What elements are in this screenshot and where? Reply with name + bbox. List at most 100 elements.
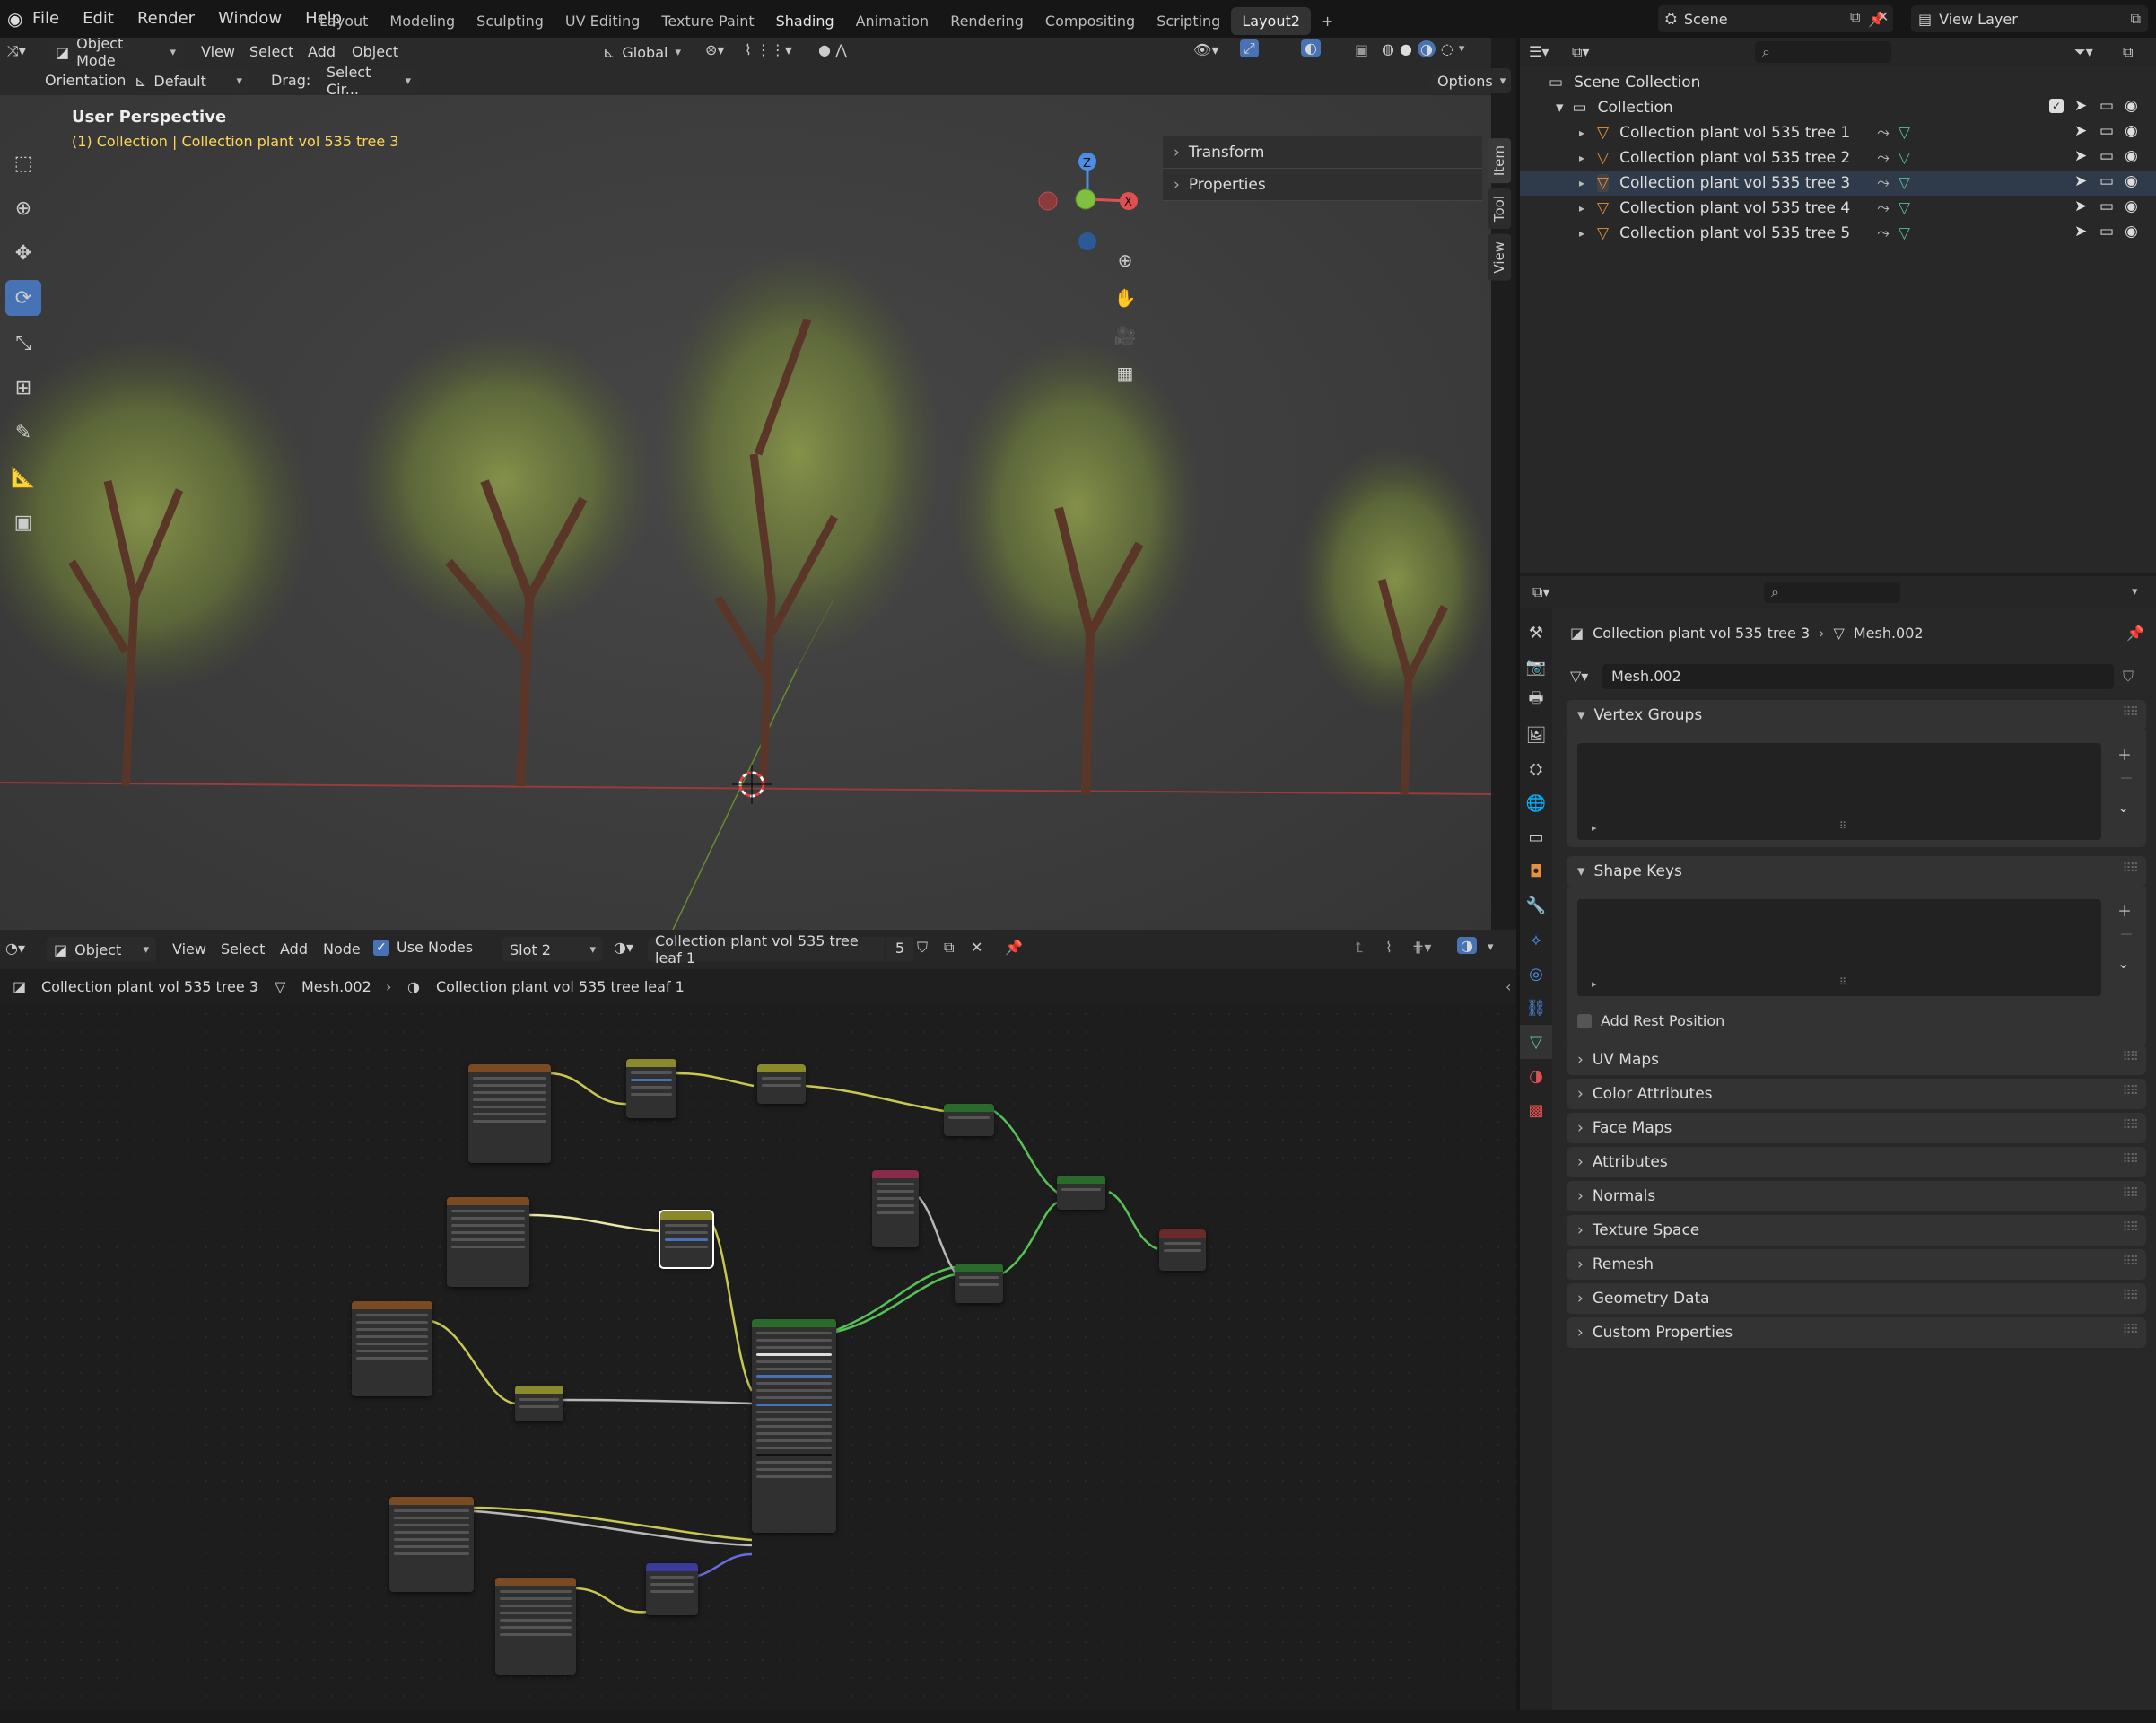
new-view-layer-icon[interactable]: ⧉ — [2131, 10, 2141, 28]
render-camera-icon[interactable]: ◉ — [2125, 97, 2138, 115]
render-camera-icon[interactable]: ◉ — [2125, 172, 2138, 190]
chevron-down-icon[interactable]: ▾ — [1488, 940, 1494, 954]
navigation-gizmo[interactable]: Z X — [1038, 153, 1138, 250]
measure-tool-icon[interactable]: 📐 — [5, 459, 41, 495]
image-texture-node-4[interactable] — [389, 1497, 474, 1592]
chevron-down-icon[interactable]: ⌄ — [2117, 799, 2129, 816]
add-icon[interactable]: ＋ — [2117, 899, 2132, 921]
object-tab-icon[interactable]: ◘ — [1520, 854, 1552, 888]
mesh-browse-icon[interactable]: ▽▾ — [1570, 668, 1588, 685]
tab-item[interactable]: Item — [1488, 138, 1511, 184]
tab-uv-editing[interactable]: UV Editing — [554, 7, 650, 35]
tab-modeling[interactable]: Modeling — [379, 7, 466, 35]
user-count[interactable]: 5 — [886, 937, 913, 962]
tree-3[interactable] — [655, 248, 942, 787]
face-maps-panel[interactable]: › Face Maps ⠿⠿ — [1567, 1113, 2146, 1143]
add-rest-position-toggle[interactable]: Add Rest Position — [1577, 1012, 1724, 1029]
pin-icon[interactable]: 📌 — [2126, 625, 2144, 642]
select-arrow-icon[interactable]: ➤ — [2074, 172, 2087, 190]
shader-type-dropdown[interactable]: ◪ Object ▾ — [47, 937, 156, 962]
viewport-visibility-icon[interactable]: ▭ — [2099, 147, 2114, 165]
transform-tool-icon[interactable]: ⊞ — [5, 370, 41, 406]
rendered-shading-icon[interactable]: ◌ — [1441, 40, 1453, 57]
material-name-field[interactable]: Collection plant vol 535 tree leaf 1 — [648, 932, 885, 966]
color-attributes-panel[interactable]: › Color Attributes ⠿⠿ — [1567, 1079, 2146, 1109]
outliner-row-tree-1[interactable]: ▸ ▽ Collection plant vol 535 tree 1 ⤳ ▽ … — [1520, 120, 2156, 145]
scene-tab-icon[interactable]: ⛭ — [1520, 752, 1552, 786]
uv-maps-panel[interactable]: › UV Maps ⠿⠿ — [1567, 1045, 2146, 1075]
mesh-data-tab-icon[interactable]: ▽ — [1520, 1025, 1552, 1059]
drag-handle-icon[interactable]: ⠿⠿ — [2122, 1289, 2138, 1303]
render-tab-icon[interactable]: 📷 — [1520, 650, 1552, 684]
translucent-bsdf-node[interactable] — [944, 1104, 994, 1136]
expand-arrow-icon[interactable]: ▸ — [1579, 127, 1584, 139]
collection-row[interactable]: ▾ ▭ Collection ✓ ➤ ▭ ◉ — [1520, 95, 2156, 120]
options-dropdown[interactable]: Options ▾ — [1430, 68, 1511, 93]
view-layer-selector[interactable]: ▤ View Layer ⧉ — [1911, 5, 2148, 32]
drag-handle-icon[interactable]: ⠿⠿ — [2122, 705, 2138, 720]
viewport-canvas[interactable]: Z X User Perspective (1) Collection | Co… — [0, 95, 1491, 930]
view-layer-tab-icon[interactable]: 🖼 — [1520, 718, 1552, 752]
drag-handle-icon[interactable]: ⠿⠿ — [2122, 1220, 2138, 1235]
outliner-row-tree-3[interactable]: ▸ ▽ Collection plant vol 535 tree 3 ⤳ ▽ … — [1520, 171, 2156, 196]
camera-icon[interactable]: 🎥 — [1111, 325, 1139, 363]
resize-grip-icon[interactable]: ⠿ — [1839, 976, 1846, 988]
editor-type-icon[interactable]: ◔▾ — [5, 940, 25, 957]
tab-compositing[interactable]: Compositing — [1034, 7, 1146, 35]
tab-tool[interactable]: Tool — [1488, 188, 1511, 230]
viewport-visibility-icon[interactable]: ▭ — [2099, 223, 2114, 241]
render-camera-icon[interactable]: ◉ — [2125, 147, 2138, 165]
select-arrow-icon[interactable]: ➤ — [2074, 122, 2087, 140]
expand-arrow-icon[interactable]: ▸ — [1592, 978, 1597, 990]
shape-keys-header[interactable]: ▾ Shape Keys ⠿⠿ — [1567, 856, 2146, 887]
rotate-tool-icon[interactable]: ⟳ — [5, 280, 41, 316]
exclude-checkbox-icon[interactable]: ✓ — [2049, 99, 2064, 113]
invert-node[interactable] — [515, 1386, 563, 1421]
shader-node-editor[interactable]: ◔▾ ◪ Object ▾ View Select Add Node ✓ Use… — [0, 930, 1516, 1710]
snap-icon[interactable]: ⌇ — [1385, 939, 1392, 956]
tree-1[interactable] — [0, 337, 314, 787]
custom-properties-panel[interactable]: › Custom Properties ⠿⠿ — [1567, 1317, 2146, 1348]
tab-shading[interactable]: Shading — [765, 7, 845, 35]
unlink-material-icon[interactable]: ✕ — [971, 939, 982, 956]
physics-tab-icon[interactable]: ◎ — [1520, 957, 1552, 991]
menu-object[interactable]: Object — [352, 43, 398, 60]
attributes-panel[interactable]: › Attributes ⠿⠿ — [1567, 1147, 2146, 1177]
drag-handle-icon[interactable]: ⠿⠿ — [2122, 1323, 2138, 1337]
expand-arrow-icon[interactable]: ▸ — [1592, 822, 1597, 834]
proportional-edit-icon[interactable]: ● ⋀ — [818, 41, 847, 58]
add-icon[interactable]: ＋ — [2117, 743, 2132, 765]
vertex-groups-list[interactable]: ▸ ⠿ — [1577, 743, 2101, 840]
select-arrow-icon[interactable]: ➤ — [2074, 197, 2087, 215]
mesh-name-field[interactable]: Mesh.002 — [1602, 664, 2114, 689]
xray-icon[interactable]: ▣ — [1355, 41, 1368, 58]
expand-arrow-icon[interactable]: ▸ — [1579, 177, 1584, 189]
gizmo-toggle-icon[interactable]: ⤢ — [1240, 39, 1259, 57]
solid-shading-icon[interactable]: ● — [1400, 40, 1412, 57]
constraints-tab-icon[interactable]: ⛓ — [1520, 991, 1552, 1025]
drag-handle-icon[interactable]: ⠿⠿ — [2122, 1084, 2138, 1098]
principled-bsdf-node[interactable] — [752, 1319, 836, 1533]
tab-sculpting[interactable]: Sculpting — [466, 7, 554, 35]
transform-orientation-dropdown[interactable]: ⊾ Global ▾ — [596, 39, 694, 65]
editor-type-icon[interactable]: ☰▾ — [1529, 43, 1549, 60]
filter-icon[interactable]: ⏷▾ — [2074, 43, 2093, 61]
viewport-visibility-icon[interactable]: ▭ — [2099, 122, 2114, 140]
snap-icon[interactable]: ⌇ ⋮⋮▾ — [745, 41, 792, 58]
scale-tool-icon[interactable]: ⤡ — [5, 325, 41, 361]
tab-view[interactable]: View — [1488, 234, 1511, 281]
render-camera-icon[interactable]: ◉ — [2125, 223, 2138, 241]
slot-dropdown[interactable]: Slot 2 ▾ — [502, 937, 603, 962]
expand-arrow-icon[interactable]: ▸ — [1579, 152, 1584, 164]
outliner-search-input[interactable]: ⌕ — [1755, 41, 1891, 63]
mix-shader-node-2[interactable] — [955, 1264, 1003, 1303]
chevron-down-icon[interactable]: ▾ — [1556, 99, 1564, 117]
scene-collection-row[interactable]: ▭ Scene Collection — [1520, 70, 2156, 95]
color-ramp-node[interactable] — [659, 1210, 714, 1269]
tool-tab-icon[interactable]: ⚒ — [1520, 616, 1552, 650]
select-arrow-icon[interactable]: ➤ — [2074, 97, 2087, 115]
outliner-row-tree-2[interactable]: ▸ ▽ Collection plant vol 535 tree 2 ⤳ ▽ … — [1520, 145, 2156, 171]
pivot-point-icon[interactable]: ⊛▾ — [705, 41, 724, 58]
fake-user-shield-icon[interactable]: ⛉ — [2123, 668, 2134, 686]
properties-editor[interactable]: ⧉▾ ⌕ ▾ ⚒ 📷 🖶 🖼 ⛭ 🌐 ▭ ◘ 🔧 ⟡ ◎ ⛓ ▽ ◑ ▩ ◪ C… — [1520, 576, 2156, 1723]
